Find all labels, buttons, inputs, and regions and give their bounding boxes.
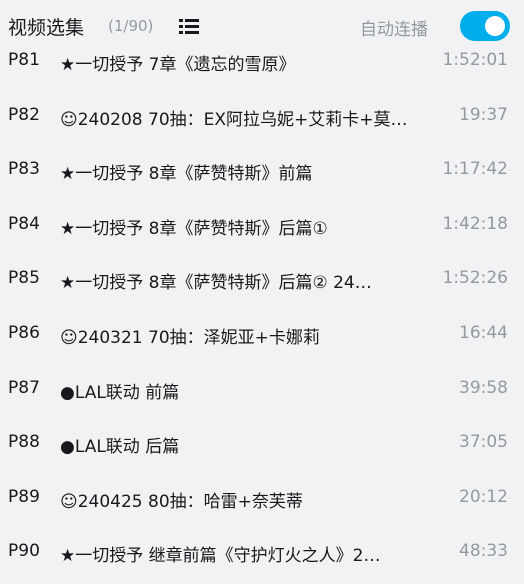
episode-row[interactable]: P88 ●LAL联动 后篇 37:05 xyxy=(0,420,524,475)
episode-number: P82 xyxy=(8,104,40,125)
panel-title: 视频选集 xyxy=(8,17,85,39)
episode-duration: 1:52:26 xyxy=(442,268,508,289)
episode-row[interactable]: P83 ★一切授予 8章《萨赞特斯》前篇 1:17:42 xyxy=(0,147,524,202)
episode-number: P89 xyxy=(8,486,40,507)
episode-row[interactable]: P86 ☺240321 70抽：泽妮亚+卡娜莉 16:44 xyxy=(0,311,524,366)
episode-row[interactable]: P87 ●LAL联动 前篇 39:58 xyxy=(0,366,524,421)
episode-title: ★一切授予 8章《萨赞特斯》后篇① xyxy=(60,218,328,239)
episode-title: ★一切授予 7章《遗忘的雪原》 xyxy=(60,55,296,75)
episode-number: P87 xyxy=(8,377,40,398)
episode-duration: 39:58 xyxy=(459,377,508,398)
episode-title: ☺240321 70抽：泽妮亚+卡娜莉 xyxy=(60,327,320,348)
episode-title: ★一切授予 8章《萨赞特斯》后篇② 24… xyxy=(60,273,372,294)
episode-duration: 19:37 xyxy=(459,104,508,125)
episode-duration: 37:05 xyxy=(459,432,508,453)
autoplay-toggle[interactable] xyxy=(460,11,510,41)
episode-row[interactable]: P89 ☺240425 80抽：哈雷+奈芙蒂 20:12 xyxy=(0,475,524,530)
episode-duration: 20:12 xyxy=(459,486,508,507)
episode-row[interactable]: P85 ★一切授予 8章《萨赞特斯》后篇② 24… 1:52:26 xyxy=(0,256,524,311)
episode-count: (1/90) xyxy=(108,17,154,35)
episode-number: P81 xyxy=(8,50,40,70)
episode-number: P86 xyxy=(8,322,40,343)
episode-row[interactable]: P82 ☺240208 70抽：EX阿拉乌妮+艾莉卡+莫… 19:37 xyxy=(0,93,524,148)
episode-title: ●LAL联动 后篇 xyxy=(60,437,180,458)
episode-number: P84 xyxy=(8,213,40,234)
episode-duration: 1:17:42 xyxy=(442,159,508,180)
episode-duration: 48:33 xyxy=(459,541,508,562)
toggle-knob xyxy=(485,16,505,36)
episode-title: ★一切授予 继章前篇《守护灯火之人》2… xyxy=(60,546,381,567)
episode-list-panel: 视频选集 (1/90) 自动连播 P81 ★一切授予 7章《遗忘的雪原》 1:52:… xyxy=(0,0,524,576)
episode-duration: 1:52:01 xyxy=(442,50,508,70)
episode-number: P90 xyxy=(8,541,40,562)
list-icon[interactable] xyxy=(178,16,200,36)
episode-list: P81 ★一切授予 7章《遗忘的雪原》 1:52:01 P82 ☺240208 70抽：… xyxy=(0,38,524,584)
episode-row[interactable]: P81 ★一切授予 7章《遗忘的雪原》 1:52:01 xyxy=(0,38,524,93)
episode-duration: 1:42:18 xyxy=(442,213,508,234)
episode-title: ★一切授予 8章《萨赞特斯》前篇 xyxy=(60,164,313,185)
episode-row[interactable]: P84 ★一切授予 8章《萨赞特斯》后篇① 1:42:18 xyxy=(0,202,524,257)
autoplay-label: 自动连播 xyxy=(360,20,428,40)
episode-title: ☺240425 80抽：哈雷+奈芙蒂 xyxy=(60,491,303,512)
episode-title: ☺240208 70抽：EX阿拉乌妮+艾莉卡+莫… xyxy=(60,109,408,130)
episode-number: P88 xyxy=(8,432,40,453)
episode-title: ●LAL联动 前篇 xyxy=(60,382,180,403)
episode-number: P85 xyxy=(8,268,40,289)
episode-duration: 16:44 xyxy=(459,322,508,343)
episode-number: P83 xyxy=(8,159,40,180)
